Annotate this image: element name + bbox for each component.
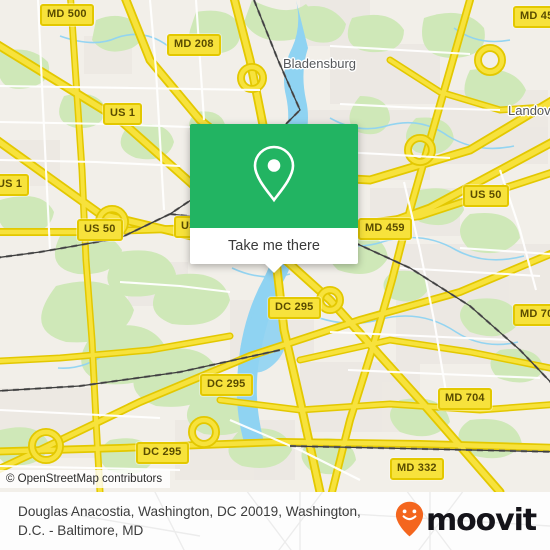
place-label: Landover [508, 103, 550, 118]
location-popup[interactable]: Take me there [190, 124, 358, 273]
map-pin-icon [250, 144, 298, 209]
location-title: Douglas Anacostia, Washington, DC 20019,… [18, 504, 361, 538]
popup-action-bar[interactable]: Take me there [190, 228, 358, 273]
road-shield: US 50 [77, 219, 123, 241]
place-label: Bladensburg [283, 56, 356, 71]
moovit-map-page: MD 500MD 208MD 45US 1US 1US 50US 50US 50… [0, 0, 550, 550]
road-shield: US 1 [0, 174, 30, 196]
popup-pointer-tail [265, 264, 283, 273]
road-shield: MD 500 [40, 4, 94, 26]
map-attribution[interactable]: © OpenStreetMap contributors [0, 470, 171, 488]
moovit-wordmark: moovit [425, 503, 537, 538]
road-shield: DC 295 [136, 442, 189, 464]
moovit-logo[interactable]: moovit [395, 501, 537, 542]
take-me-there-label: Take me there [228, 238, 320, 254]
footer-bar: Douglas Anacostia, Washington, DC 20019,… [0, 492, 550, 550]
road-shield: DC 295 [200, 374, 253, 396]
road-shield: MD 704 [438, 388, 492, 410]
road-shield: MD 45 [513, 6, 550, 28]
road-shield: MD 704 [513, 304, 550, 326]
road-shield: US 50 [463, 185, 509, 207]
road-shield: DC 295 [268, 297, 321, 319]
popup-header [190, 124, 358, 228]
road-shield: MD 208 [167, 34, 221, 56]
road-shield: US 1 [103, 103, 143, 125]
road-shield: MD 332 [390, 458, 444, 480]
moovit-pin-icon [395, 501, 424, 542]
road-shield: MD 459 [358, 218, 412, 240]
